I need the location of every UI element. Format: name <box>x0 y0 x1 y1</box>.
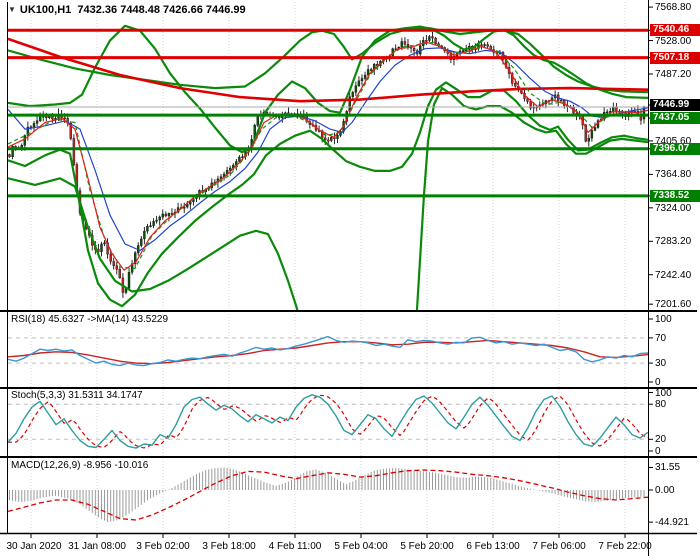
ohlc-values: 7432.36 7448.48 7426.66 7446.99 <box>77 4 246 16</box>
time-axis-label: 31 Jan 08:00 <box>68 541 126 552</box>
stochastic-indicator-label: Stoch(5,3,3) 31.5311 34.1747 <box>11 390 143 401</box>
macd-indicator-label: MACD(12,26,9) -8.956 -10.016 <box>11 460 149 471</box>
time-axis-label: 5 Feb 20:00 <box>400 541 454 552</box>
price-axis-label: 7283.20 <box>655 236 692 248</box>
time-axis-label: 5 Feb 04:00 <box>334 541 388 552</box>
time-axis-label: 6 Feb 13:00 <box>466 541 520 552</box>
time-axis-label: 30 Jan 2020 <box>6 541 62 552</box>
macd-axis-label: -44.921 <box>655 517 689 529</box>
rsi-axis-label: 30 <box>655 358 667 370</box>
time-axis-label: 3 Feb 18:00 <box>202 541 256 552</box>
price-axis-label: 7528.00 <box>655 35 692 47</box>
price-axis-label: 7364.80 <box>655 169 692 181</box>
price-level-badge: 7540.46 <box>650 24 700 37</box>
rsi-axis-label: 70 <box>655 332 667 344</box>
price-level-badge: 7446.99 <box>650 98 700 111</box>
price-axis-label: 7201.60 <box>655 299 692 311</box>
stoch-axis-label: 100 <box>655 387 672 399</box>
macd-axis-label: 31.55 <box>655 462 681 474</box>
chevron-down-icon[interactable]: ▼ <box>8 5 16 14</box>
rsi-axis-label: 100 <box>655 314 672 325</box>
chart-canvas[interactable] <box>0 0 700 560</box>
symbol-period-label: UK100,H1 <box>19 4 72 16</box>
price-axis-label: 7487.20 <box>655 69 692 80</box>
price-level-badge: 7507.18 <box>650 51 700 64</box>
trading-terminal-window: ▼ UK100,H1 7432.36 7448.48 7426.66 7446.9… <box>0 0 700 560</box>
rsi-indicator-label: RSI(18) 45.6327 ->MA(14) 43.5229 <box>11 314 169 325</box>
rsi-axis-label: 0 <box>655 377 661 388</box>
price-level-badge: 7437.05 <box>650 112 700 125</box>
macd-axis-label: 0.00 <box>655 485 675 496</box>
chart-title: ▼ UK100,H1 7432.36 7448.48 7426.66 7446.9… <box>8 4 246 16</box>
price-axis-label: 7242.40 <box>655 269 692 281</box>
stoch-axis-label: 20 <box>655 434 667 446</box>
price-level-badge: 7396.07 <box>650 142 700 155</box>
price-axis-label: 7568.80 <box>655 2 692 14</box>
time-axis-label: 7 Feb 06:00 <box>532 541 586 552</box>
stoch-axis-label: 0 <box>655 446 661 457</box>
time-axis-label: 3 Feb 02:00 <box>136 541 190 552</box>
time-axis-label: 7 Feb 22:00 <box>598 541 652 552</box>
price-axis-label: 7324.00 <box>655 202 692 214</box>
time-axis-label: 4 Feb 11:00 <box>268 541 322 552</box>
stoch-axis-label: 80 <box>655 399 667 411</box>
price-level-badge: 7338.52 <box>650 189 700 202</box>
